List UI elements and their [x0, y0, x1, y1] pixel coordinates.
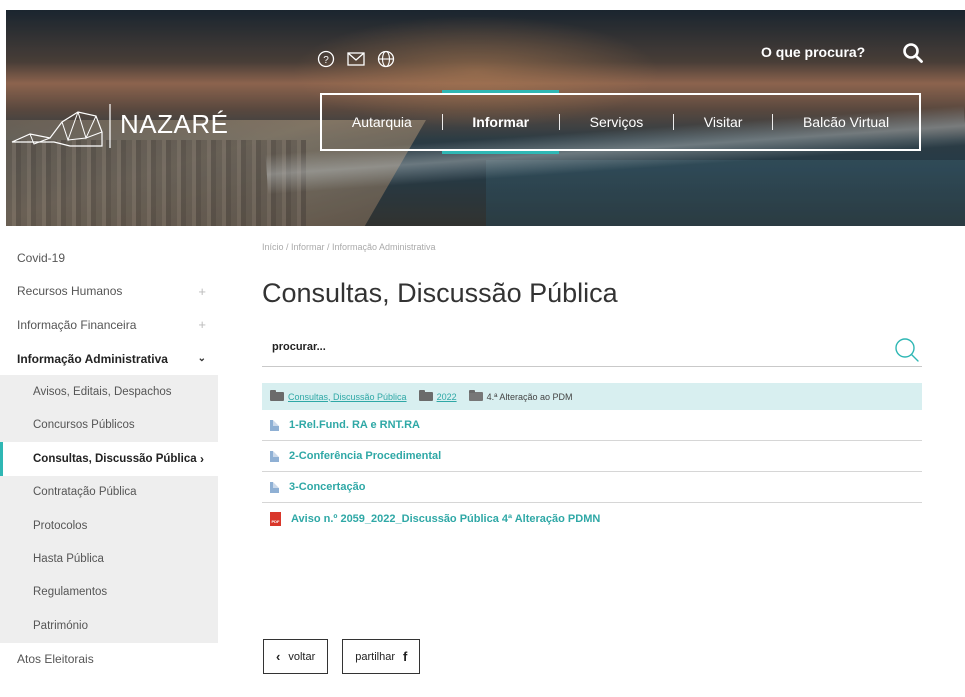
document-icon — [270, 450, 279, 462]
sidebar-item-label: Recursos Humanos — [17, 284, 123, 299]
brand-name: NAZARÉ — [120, 108, 229, 139]
list-item[interactable]: 1-Rel.Fund. RA e RNT.RA — [262, 410, 922, 441]
nav-item-autarquia[interactable]: Autarquia — [346, 114, 418, 130]
list-item[interactable]: 2-Conferência Procedimental — [262, 441, 922, 472]
logo-mark-icon — [11, 104, 111, 148]
expand-plus-icon[interactable]: + — [198, 284, 206, 299]
share-button[interactable]: partilhar f — [342, 639, 421, 674]
nav-divider — [558, 114, 560, 130]
file-link[interactable]: Aviso n.º 2059_2022_Discussão Pública 4ª… — [291, 513, 600, 525]
folder-crumb[interactable]: Consultas, Discussão Pública — [270, 390, 407, 402]
sidebar-subitem-label: Avisos, Editais, Despachos — [33, 386, 172, 399]
folder-open-icon — [468, 390, 483, 401]
sidebar-item-atos-eleitorais[interactable]: Atos Eleitorais — [0, 642, 218, 677]
nav-item-balcao-virtual[interactable]: Balcão Virtual — [797, 114, 895, 130]
nav-divider — [441, 114, 443, 130]
header-utility-icons: ? — [316, 49, 396, 69]
sidebar-subitem-label: Património — [33, 619, 88, 632]
document-icon — [270, 481, 279, 493]
sidebar-subitem-label: Concursos Públicos — [33, 419, 135, 432]
sidebar-item-informacao-administrativa[interactable]: Informação Administrativa ⌄ — [0, 341, 218, 376]
file-list: 1-Rel.Fund. RA e RNT.RA 2-Conferência Pr… — [262, 410, 922, 534]
sidebar-subitem-concursos[interactable]: Concursos Públicos — [0, 408, 218, 443]
list-item[interactable]: 3-Concertação — [262, 472, 922, 503]
sidebar-subitem-label: Regulamentos — [33, 586, 108, 599]
pdf-icon: PDF — [270, 511, 281, 526]
logo[interactable]: NAZARÉ — [10, 98, 228, 150]
nav-divider — [673, 114, 675, 130]
breadcrumb[interactable]: Início / Informar / Informação Administr… — [262, 242, 436, 252]
sidebar-item-informacao-financeira[interactable]: Informação Financeira + — [0, 308, 218, 342]
sidebar-subitem-label: Contratação Pública — [33, 486, 137, 499]
search-input[interactable] — [272, 341, 832, 353]
folder-link-2022[interactable]: 2022 — [437, 392, 457, 402]
sidebar-subitem-label: Consultas, Discussão Pública — [33, 452, 197, 465]
sidebar-item-covid[interactable]: Covid-19 — [0, 241, 218, 275]
globe-icon[interactable] — [376, 49, 396, 69]
list-item[interactable]: PDF Aviso n.º 2059_2022_Discussão Públic… — [262, 503, 922, 534]
sidebar-subitem-patrimonio[interactable]: Património — [0, 609, 218, 643]
action-buttons: ‹ voltar partilhar f — [263, 639, 421, 674]
folder-icon — [418, 390, 433, 401]
sidebar: Covid-19 Recursos Humanos + Informação F… — [0, 241, 218, 677]
facebook-icon: f — [403, 649, 408, 664]
folder-crumb[interactable]: 2022 — [418, 390, 457, 402]
folder-icon — [270, 390, 284, 401]
sidebar-item-label: Covid-19 — [17, 250, 66, 265]
nav-item-servicos[interactable]: Serviços — [584, 114, 650, 130]
share-button-label: partilhar — [355, 650, 395, 663]
search-icon[interactable] — [902, 42, 924, 64]
sidebar-subitem-hasta-publica[interactable]: Hasta Pública — [0, 542, 218, 576]
sidebar-subitem-label: Protocolos — [33, 519, 88, 532]
folder-current-label: 4.ª Alteração ao PDM — [486, 391, 573, 402]
back-button[interactable]: ‹ voltar — [263, 639, 329, 674]
sidebar-item-recursos-humanos[interactable]: Recursos Humanos + — [0, 274, 218, 309]
search-icon[interactable] — [894, 337, 920, 363]
help-circle-icon[interactable]: ? — [316, 49, 336, 69]
svg-text:?: ? — [323, 55, 329, 66]
search-label[interactable]: O que procura? — [761, 44, 865, 60]
file-link[interactable]: 1-Rel.Fund. RA e RNT.RA — [289, 419, 420, 431]
file-link[interactable]: 3-Concertação — [289, 481, 365, 493]
chevron-down-icon[interactable]: ⌄ — [198, 353, 206, 364]
back-button-label: voltar — [288, 650, 316, 663]
nav-item-informar[interactable]: Informar — [442, 90, 559, 154]
folder-crumb-current: 4.ª Alteração ao PDM — [468, 390, 573, 402]
document-icon — [270, 419, 279, 431]
sidebar-submenu: Avisos, Editais, Despachos Concursos Púb… — [0, 375, 218, 643]
sidebar-subitem-contratacao[interactable]: Contratação Pública — [0, 475, 218, 509]
chevron-right-icon: › — [200, 451, 204, 466]
sidebar-item-label: Informação Administrativa — [17, 351, 168, 366]
main-nav: Autarquia Informar Serviços Visitar Balc… — [320, 90, 921, 154]
document-search — [262, 335, 922, 367]
nav-item-visitar[interactable]: Visitar — [698, 114, 749, 130]
sidebar-subitem-regulamentos[interactable]: Regulamentos — [0, 575, 218, 610]
sidebar-subitem-avisos[interactable]: Avisos, Editais, Despachos — [0, 375, 218, 409]
page-title: Consultas, Discussão Pública — [262, 278, 618, 308]
file-link[interactable]: 2-Conferência Procedimental — [289, 450, 441, 462]
sidebar-subitem-consultas[interactable]: Consultas, Discussão Pública › — [0, 442, 218, 476]
sidebar-item-label: Atos Eleitorais — [17, 652, 94, 667]
sidebar-subitem-protocolos[interactable]: Protocolos — [0, 508, 218, 543]
mail-icon[interactable] — [346, 49, 366, 69]
folder-link-consultas[interactable]: Consultas, Discussão Pública — [288, 392, 407, 402]
sidebar-subitem-label: Hasta Pública — [33, 553, 104, 566]
nav-divider — [772, 114, 774, 130]
folder-path: Consultas, Discussão Pública 2022 4.ª Al… — [262, 383, 922, 410]
chevron-left-icon: ‹ — [276, 649, 281, 664]
sidebar-item-label: Informação Financeira — [17, 317, 137, 332]
expand-plus-icon[interactable]: + — [198, 317, 206, 332]
